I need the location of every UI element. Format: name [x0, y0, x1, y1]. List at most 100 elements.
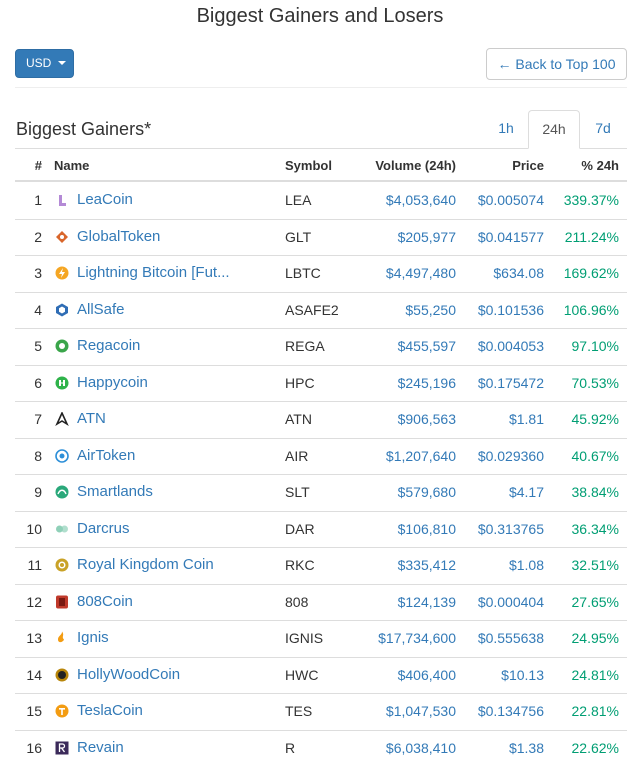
volume-link[interactable]: $1,207,640 — [345, 448, 456, 464]
coin-name-link[interactable]: TeslaCoin — [77, 702, 257, 719]
rank-cell: 4 — [34, 301, 42, 318]
coin-name-link[interactable]: GlobalToken — [77, 228, 257, 245]
rank-cell: 2 — [34, 228, 42, 245]
currency-dropdown-button[interactable]: USD — [15, 49, 74, 78]
table-row[interactable]: 16 Revain R $6,038,410 $1.38 22.62% — [15, 731, 627, 766]
rank-cell: 1 — [34, 192, 42, 208]
volume-link[interactable]: $579,680 — [345, 484, 456, 500]
price-link[interactable]: $0.555638 — [460, 630, 544, 646]
rank-cell: 7 — [34, 411, 42, 427]
tab-24h[interactable]: 24h — [528, 110, 580, 149]
change-24h-cell: 27.65% — [571, 593, 619, 610]
coin-name-link[interactable]: Happycoin — [77, 374, 257, 391]
change-24h-cell: 22.62% — [571, 739, 619, 756]
rank-cell: 11 — [27, 557, 42, 573]
coin-name-link[interactable]: AllSafe — [77, 301, 257, 318]
regacoin-icon — [54, 338, 70, 354]
divider — [15, 87, 627, 88]
table-row[interactable]: 3 Lightning Bitcoin [Fut... LBTC $4,497,480… — [15, 256, 627, 293]
volume-link[interactable]: $4,497,480 — [345, 265, 456, 281]
rank-cell: 14 — [26, 666, 42, 683]
coin-name-link[interactable]: Ignis — [77, 629, 257, 646]
header-symbol[interactable]: Symbol — [285, 158, 332, 173]
table-row[interactable]: 11 Royal Kingdom Coin RKC $335,412 $1.08 32.5… — [15, 548, 627, 585]
table-row[interactable]: 10 Darcrus DAR $106,810 $0.313765 36.34% — [15, 512, 627, 548]
table-row[interactable]: 13 Ignis IGNIS $17,734,600 $0.555638 24.95% — [15, 621, 627, 658]
price-link[interactable]: $0.004053 — [460, 338, 544, 354]
coin-name-link[interactable]: LeaCoin — [77, 191, 257, 208]
rank-cell: 6 — [34, 374, 42, 391]
coin-name-link[interactable]: Darcrus — [77, 520, 257, 537]
volume-link[interactable]: $245,196 — [345, 375, 456, 391]
symbol-cell: RKC — [285, 557, 315, 573]
price-link[interactable]: $0.134756 — [460, 703, 544, 719]
ignis-icon — [54, 630, 70, 646]
price-link[interactable]: $0.313765 — [460, 521, 544, 537]
price-link[interactable]: $0.101536 — [460, 302, 544, 318]
price-link[interactable]: $0.029360 — [460, 448, 544, 464]
price-link[interactable]: $0.041577 — [460, 229, 544, 245]
rank-cell: 9 — [34, 484, 42, 500]
header-price[interactable]: Price — [460, 158, 544, 173]
volume-link[interactable]: $906,563 — [345, 411, 456, 427]
coin-name-link[interactable]: AirToken — [77, 447, 257, 464]
volume-link[interactable]: $124,139 — [345, 594, 456, 610]
volume-link[interactable]: $6,038,410 — [345, 740, 456, 756]
price-link[interactable]: $10.13 — [460, 667, 544, 683]
volume-link[interactable]: $55,250 — [345, 302, 456, 318]
coin-name-link[interactable]: Regacoin — [77, 337, 257, 354]
coin-name-link[interactable]: ATN — [77, 410, 257, 427]
price-link[interactable]: $0.000404 — [460, 594, 544, 610]
symbol-cell: DAR — [285, 520, 315, 537]
volume-link[interactable]: $1,047,530 — [345, 703, 456, 719]
coin-name-link[interactable]: Smartlands — [77, 483, 257, 500]
back-to-top-100-button[interactable]: ← Back to Top 100 — [486, 48, 627, 80]
header-name[interactable]: Name — [54, 158, 89, 173]
table-row[interactable]: 4 AllSafe ASAFE2 $55,250 $0.101536 106.96% — [15, 293, 627, 329]
table-row[interactable]: 6 Happycoin HPC $245,196 $0.175472 70.53% — [15, 366, 627, 402]
table-row[interactable]: 7 ATN ATN $906,563 $1.81 45.92% — [15, 402, 627, 439]
change-24h-cell: 36.34% — [571, 520, 619, 537]
lightning-bitcoin-icon — [54, 265, 70, 281]
tab-1h[interactable]: 1h — [486, 110, 526, 149]
airtoken-icon — [54, 448, 70, 464]
header-volume[interactable]: Volume (24h) — [345, 158, 456, 173]
page-title: Biggest Gainers and Losers — [196, 5, 444, 27]
price-link[interactable]: $1.81 — [460, 411, 544, 427]
price-link[interactable]: $634.08 — [460, 265, 544, 281]
header-change[interactable]: % 24h — [545, 158, 619, 173]
change-24h-cell: 70.53% — [571, 374, 619, 391]
table-row[interactable]: 12 808Coin 808 $124,139 $0.000404 27.65% — [15, 585, 627, 621]
volume-link[interactable]: $205,977 — [345, 229, 456, 245]
table-row[interactable]: 5 Regacoin REGA $455,597 $0.004053 97.10% — [15, 329, 627, 366]
price-link[interactable]: $1.08 — [460, 557, 544, 573]
tab-7d[interactable]: 7d — [582, 110, 624, 149]
table-row[interactable]: 1 LeaCoin LEA $4,053,640 $0.005074 339.37% — [15, 183, 627, 220]
price-link[interactable]: $0.005074 — [460, 192, 544, 208]
globaltoken-icon — [54, 229, 70, 245]
volume-link[interactable]: $335,412 — [345, 557, 456, 573]
table-row[interactable]: 8 AirToken AIR $1,207,640 $0.029360 40.67% — [15, 439, 627, 475]
volume-link[interactable]: $455,597 — [345, 338, 456, 354]
coin-name-link[interactable]: Lightning Bitcoin [Fut... — [77, 264, 257, 281]
coin-name-link[interactable]: HollyWoodCoin — [77, 666, 257, 683]
header-rank[interactable]: # — [15, 158, 42, 173]
coin-name-link[interactable]: 808Coin — [77, 593, 257, 610]
leacoin-icon — [54, 192, 70, 208]
symbol-cell: 808 — [285, 593, 309, 610]
change-24h-cell: 38.84% — [571, 484, 619, 500]
price-link[interactable]: $1.38 — [460, 740, 544, 756]
volume-link[interactable]: $106,810 — [345, 521, 456, 537]
table-row[interactable]: 14 HollyWoodCoin HWC $406,400 $10.13 24.81% — [15, 658, 627, 694]
volume-link[interactable]: $406,400 — [345, 667, 456, 683]
price-link[interactable]: $0.175472 — [460, 375, 544, 391]
table-row[interactable]: 2 GlobalToken GLT $205,977 $0.041577 211.24% — [15, 220, 627, 256]
table-row[interactable]: 15 TeslaCoin TES $1,047,530 $0.134756 22.81% — [15, 694, 627, 731]
volume-link[interactable]: $17,734,600 — [345, 630, 456, 646]
price-link[interactable]: $4.17 — [460, 484, 544, 500]
coin-name-link[interactable]: Revain — [77, 739, 257, 756]
volume-link[interactable]: $4,053,640 — [345, 192, 456, 208]
coin-name-link[interactable]: Royal Kingdom Coin — [77, 556, 257, 573]
table-row[interactable]: 9 Smartlands SLT $579,680 $4.17 38.84% — [15, 475, 627, 512]
symbol-cell: ASAFE2 — [285, 301, 339, 318]
